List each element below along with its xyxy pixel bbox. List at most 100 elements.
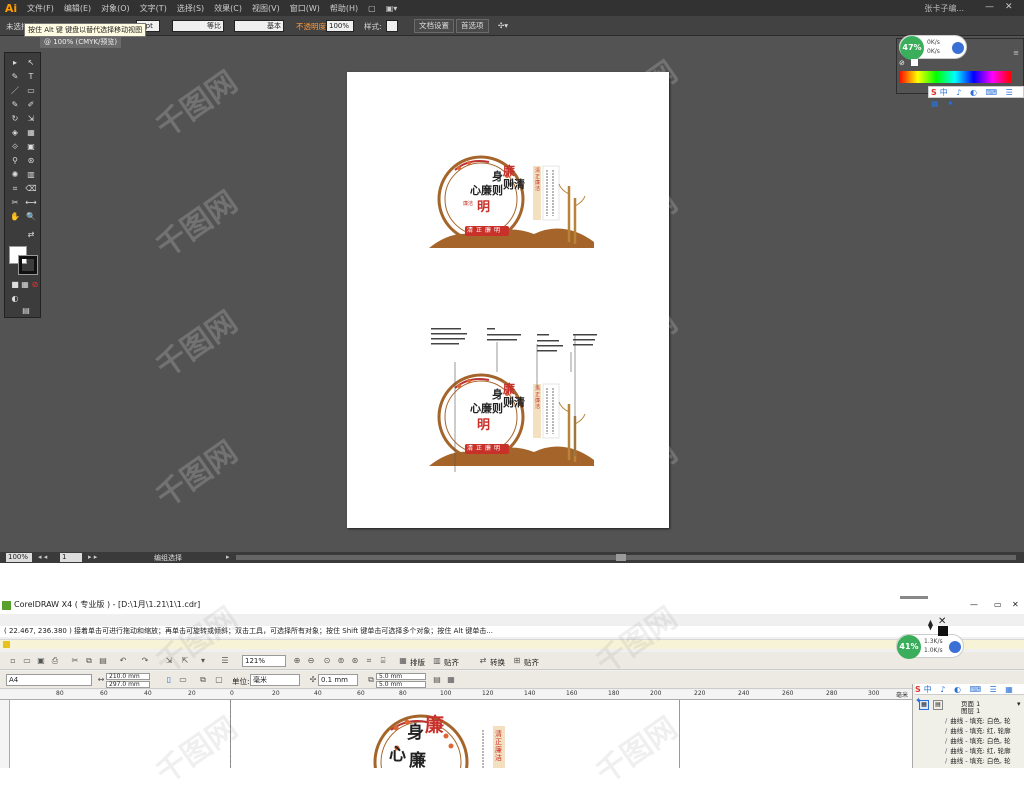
object-row[interactable]: 曲线 - 填充: 白色, 轮 <box>945 717 1010 726</box>
page-size-select[interactable]: A4 <box>6 674 92 686</box>
pencil-tool-icon[interactable]: ✐ <box>24 99 38 111</box>
menu-file[interactable]: 文件(F) <box>22 3 59 14</box>
zoom-out-icon[interactable]: ⊖ <box>306 656 316 666</box>
align-label[interactable]: 贴齐 <box>444 657 459 668</box>
zoom-tool-icon[interactable]: 🔍 <box>24 211 38 223</box>
horizontal-scrollbar[interactable] <box>236 555 1016 560</box>
menu-window[interactable]: 窗口(W) <box>285 3 325 14</box>
units-option-icon[interactable]: ▤ <box>432 675 442 685</box>
import-icon[interactable]: ⇲ <box>164 656 174 666</box>
zoom-in-icon[interactable]: ⊕ <box>292 656 302 666</box>
nudge-distance-field[interactable]: 0.1 mm <box>318 674 358 686</box>
status-arrow-icon[interactable]: ▸ <box>226 553 230 561</box>
none-mode-icon[interactable]: ⊘ <box>28 279 42 291</box>
scissors-tool-icon[interactable]: ✂ <box>8 197 22 209</box>
preferences-button[interactable]: 首选项 <box>456 19 489 33</box>
vertical-ruler[interactable] <box>0 700 10 768</box>
duplicate-x-field[interactable]: 5.0 mm <box>376 673 426 680</box>
cdr-ime-toolbar[interactable]: S中 ♪ ◐ ⌨ ☰ ▦ ✦ <box>915 684 1024 705</box>
menu-type[interactable]: 文字(T) <box>135 3 172 14</box>
prev-artboard-icon[interactable]: ◂ ◂ <box>38 553 47 561</box>
landscape-icon[interactable]: ▭ <box>178 675 188 685</box>
undo-icon[interactable]: ↶ <box>118 656 128 666</box>
color-spectrum[interactable] <box>899 71 1011 83</box>
pen-tool-icon[interactable]: ✎ <box>8 71 22 83</box>
menu-view[interactable]: 视图(V) <box>247 3 285 14</box>
layer-node[interactable]: 图层 1 <box>961 705 980 715</box>
screen-mode-icon[interactable]: ▤ <box>18 305 34 317</box>
cdr-close-button[interactable]: ✕ <box>1012 596 1019 614</box>
open-icon[interactable]: ▭ <box>22 656 32 666</box>
shape-builder-tool-icon[interactable]: ◈ <box>8 127 22 139</box>
scale-tool-icon[interactable]: ⇲ <box>24 113 38 125</box>
redo-icon[interactable]: ↷ <box>140 656 150 666</box>
save-icon[interactable]: ▣ <box>36 656 46 666</box>
opacity-field[interactable]: 100% <box>326 20 354 32</box>
swap-fill-stroke-icon[interactable]: ⇄ <box>24 229 38 241</box>
slice-tool-icon[interactable]: ⌗ <box>8 183 22 195</box>
next-artboard-icon[interactable]: ▸ ▸ <box>88 553 97 561</box>
menu-select[interactable]: 选择(S) <box>172 3 209 14</box>
workspace-user[interactable]: 张卡子编... <box>924 3 964 14</box>
eyedropper-tool-icon[interactable]: ⚲ <box>8 155 22 167</box>
hand-tool-icon[interactable]: ✋ <box>8 211 22 223</box>
eraser-tool-icon[interactable]: ⌫ <box>24 183 38 195</box>
zoom-selected-icon[interactable]: ⊙ <box>322 656 332 666</box>
artboard-number-field[interactable]: 1 <box>60 553 82 562</box>
panel-menu-icon[interactable]: ✣▾ <box>498 21 508 30</box>
align-icon[interactable]: ▥ <box>432 656 442 666</box>
menu-help[interactable]: 帮助(H) <box>325 3 363 14</box>
menu-object[interactable]: 对象(O) <box>96 3 135 14</box>
style-swatch[interactable] <box>386 20 398 32</box>
print-icon[interactable]: ⎙ <box>50 656 60 666</box>
zoom-level-select[interactable]: 121% <box>242 655 286 667</box>
layer-view-icon[interactable]: ▦ <box>919 700 929 710</box>
brush-tool-icon[interactable]: ✎ <box>8 99 22 111</box>
zoom-all-icon[interactable]: ⊚ <box>336 656 346 666</box>
cdr-page[interactable]: 身 廉 心 廉 清正廉洁 <box>230 700 680 771</box>
current-page-icon[interactable]: ▢ <box>214 675 224 685</box>
layer-edit-icon[interactable]: ▤ <box>933 700 943 710</box>
blend-tool-icon[interactable]: ⊛ <box>24 155 38 167</box>
export-icon[interactable]: ⇱ <box>180 656 190 666</box>
zoom-page-icon[interactable]: ⊛ <box>350 656 360 666</box>
zoom-field[interactable]: 100% <box>6 553 32 562</box>
width-tool-icon[interactable]: ⟷ <box>24 197 38 209</box>
arrange-icon[interactable]: ▦ <box>398 656 408 666</box>
document-setup-button[interactable]: 文档设置 <box>414 19 454 33</box>
gradient-tool-icon[interactable]: ⟐ <box>8 141 22 153</box>
menu-effect[interactable]: 效果(C) <box>209 3 247 14</box>
duplicate-y-field[interactable]: 5.0 mm <box>376 681 426 688</box>
page-width-field[interactable]: 210.0 mm <box>106 673 150 680</box>
paste-icon[interactable]: ▤ <box>98 656 108 666</box>
options-icon[interactable]: ▦ <box>446 675 456 685</box>
graph-tool-icon[interactable]: ▥ <box>24 169 38 181</box>
selection-tool-icon[interactable]: ▸ <box>8 57 22 69</box>
all-pages-icon[interactable]: ⧉ <box>198 675 208 685</box>
stroke-swatch[interactable] <box>18 255 38 275</box>
zoom-width-icon[interactable]: ⌗ <box>364 656 374 666</box>
direct-selection-tool-icon[interactable]: ↖ <box>24 57 38 69</box>
guideline[interactable] <box>230 700 231 768</box>
cut-icon[interactable]: ✂ <box>70 656 80 666</box>
cdr-canvas[interactable]: 身 廉 心 廉 清正廉洁 <box>10 700 912 771</box>
menu-edit[interactable]: 编辑(E) <box>59 3 96 14</box>
cdr-minimize-button[interactable]: — <box>970 596 978 614</box>
minimize-button[interactable]: — <box>985 2 994 12</box>
mesh-tool-icon[interactable]: ▦ <box>24 127 38 139</box>
ime-toolbar[interactable]: S中 ♪ ◐ ⌨ ☰ ▦ ✦ <box>928 86 1024 108</box>
bridge-icon[interactable]: ▢ <box>363 4 381 13</box>
unit-select[interactable]: 毫米 <box>250 674 300 686</box>
welcome-icon[interactable]: ☰ <box>220 656 230 666</box>
object-row[interactable]: 曲线 - 填充: 白色, 轮 <box>945 737 1010 746</box>
horizontal-ruler[interactable]: 80 60 40 20 0 20 40 60 80 100 120 140 16… <box>0 690 912 700</box>
line-tool-icon[interactable]: ／ <box>8 85 22 97</box>
arrange-documents-menu[interactable]: ▣▾ <box>381 4 403 13</box>
symbol-sprayer-tool-icon[interactable]: ✺ <box>8 169 22 181</box>
opacity-label[interactable]: 不透明度 <box>296 21 326 32</box>
page-height-field[interactable]: 297.0 mm <box>106 681 150 688</box>
transform-icon[interactable]: ⇄ <box>478 656 488 666</box>
rectangle-tool-icon[interactable]: ▭ <box>24 85 38 97</box>
snap-label[interactable]: 贴齐 <box>524 657 539 668</box>
snap-icon[interactable]: ⊞ <box>512 656 522 666</box>
